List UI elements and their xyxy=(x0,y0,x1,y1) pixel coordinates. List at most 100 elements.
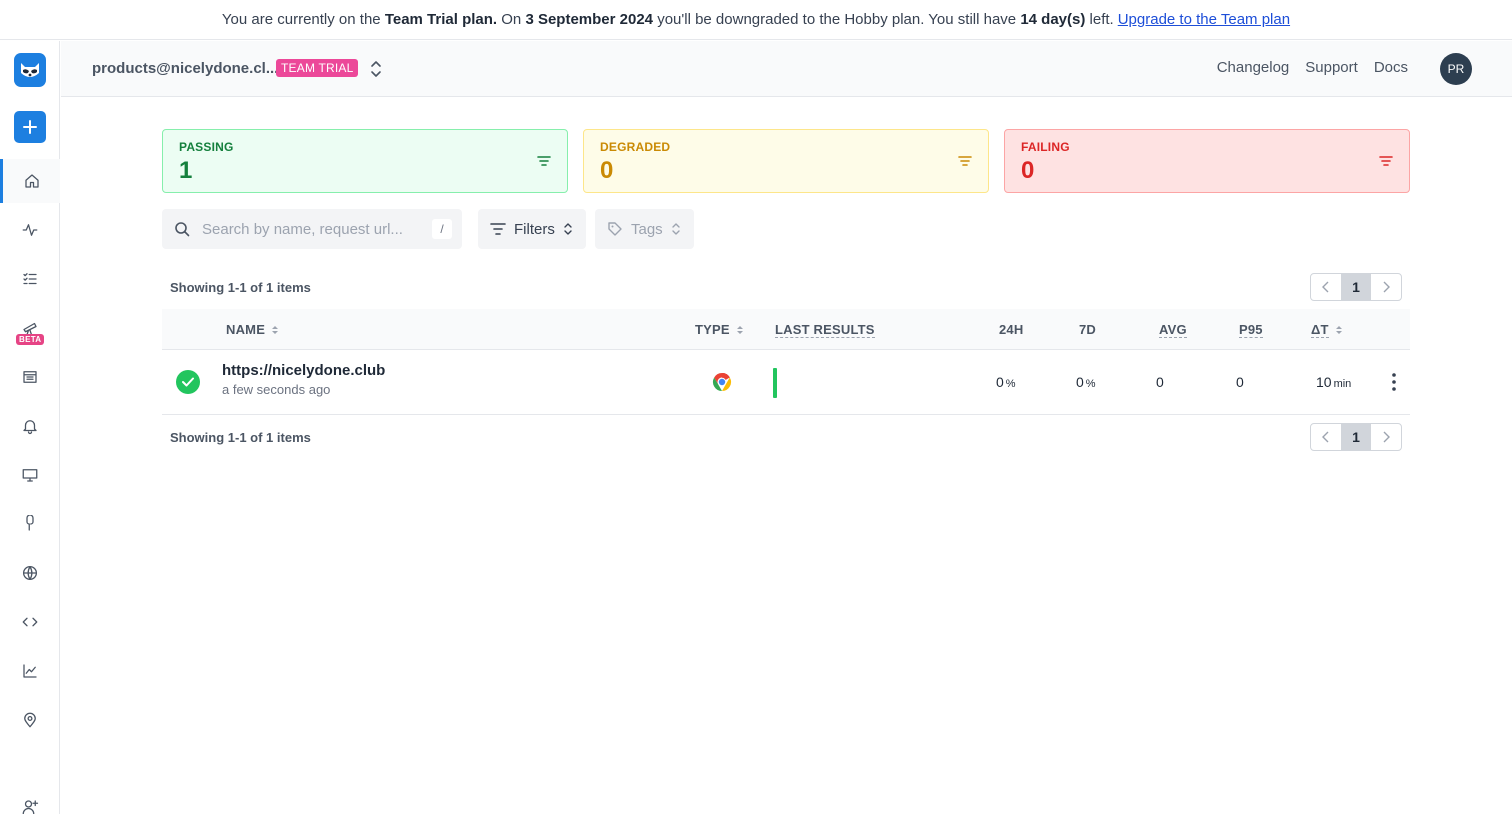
column-type[interactable]: TYPE xyxy=(695,322,744,337)
line-chart-icon xyxy=(23,664,37,678)
column-type-label: TYPE xyxy=(695,322,730,337)
filter-lines-icon xyxy=(490,223,506,235)
banner-days: 14 day(s) xyxy=(1020,11,1086,28)
changelog-link[interactable]: Changelog xyxy=(1217,59,1290,76)
sidebar-item-alerts[interactable] xyxy=(0,404,60,448)
banner-plan: Team Trial plan. xyxy=(384,11,498,28)
upgrade-link[interactable]: Upgrade to the Team plan xyxy=(1118,11,1290,28)
page-number[interactable]: 1 xyxy=(1341,274,1371,300)
header-links: Changelog Support Docs xyxy=(1217,59,1408,76)
tag-icon xyxy=(608,222,622,236)
column-avg-label: AVG xyxy=(1159,322,1187,338)
column-last-results: LAST RESULTS xyxy=(775,322,875,338)
account-name[interactable]: products@nicelydone.cl... xyxy=(92,60,278,77)
column-avg: AVG xyxy=(1159,322,1187,338)
support-link[interactable]: Support xyxy=(1305,59,1358,76)
column-name[interactable]: NAME xyxy=(226,322,279,337)
docs-link[interactable]: Docs xyxy=(1374,59,1408,76)
sort-icon xyxy=(736,325,743,334)
failing-card[interactable]: FAILING 0 xyxy=(1004,129,1410,193)
last-result-bar[interactable] xyxy=(773,368,777,398)
sidebar-item-tools[interactable] xyxy=(0,502,60,546)
sidebar-item-activity[interactable] xyxy=(0,208,60,252)
uptime-7d-unit: % xyxy=(1085,378,1096,390)
chevron-up-down-icon xyxy=(671,223,680,235)
chevron-left-icon xyxy=(1322,281,1329,293)
avatar[interactable]: PR xyxy=(1440,53,1472,85)
next-page-button[interactable] xyxy=(1371,424,1401,450)
column-last-results-label: LAST RESULTS xyxy=(775,322,875,338)
uptime-24h: 0% xyxy=(996,374,1016,390)
chevron-up-down-icon[interactable] xyxy=(368,58,384,80)
uptime-7d: 0% xyxy=(1076,374,1096,390)
table-row[interactable]: https://nicelydone.club a few seconds ag… xyxy=(162,350,1410,415)
sidebar-item-checks[interactable] xyxy=(0,257,60,301)
table-header: NAME TYPE LAST RESULTS 24H 7D AVG P95 ΔT xyxy=(162,309,1410,350)
passing-card[interactable]: PASSING 1 xyxy=(162,129,568,193)
filters-button[interactable]: Filters xyxy=(478,209,586,249)
delta-t: 10 min xyxy=(1316,374,1351,390)
filter-icon[interactable] xyxy=(958,154,972,168)
code-icon xyxy=(22,617,38,627)
sidebar-item-chart[interactable] xyxy=(0,649,60,693)
chrome-browser-icon xyxy=(712,372,732,391)
page-number[interactable]: 1 xyxy=(1341,424,1371,450)
chevron-right-icon xyxy=(1383,281,1390,293)
failing-label: FAILING xyxy=(1021,140,1070,154)
uptime-24h-unit: % xyxy=(1005,378,1016,390)
next-page-button[interactable] xyxy=(1371,274,1401,300)
trial-banner: You are currently on the Team Trial plan… xyxy=(0,0,1512,40)
checklist-icon xyxy=(23,273,37,285)
passing-status-icon xyxy=(176,370,200,394)
globe-icon xyxy=(22,565,38,581)
add-check-button[interactable] xyxy=(14,111,46,143)
top-header: products@nicelydone.cl... TEAM TRIAL Cha… xyxy=(61,41,1512,97)
plus-icon xyxy=(23,120,37,134)
column-p95: P95 xyxy=(1239,322,1263,338)
filter-icon[interactable] xyxy=(537,154,551,168)
sidebar-item-list-details[interactable] xyxy=(0,355,60,399)
filter-icon[interactable] xyxy=(1379,154,1393,168)
sidebar-item-code[interactable] xyxy=(0,600,60,644)
column-name-label: NAME xyxy=(226,322,266,337)
column-7d: 7D xyxy=(1079,322,1096,337)
chevron-right-icon xyxy=(1383,431,1390,443)
column-24h: 24H xyxy=(999,322,1023,337)
sidebar: BETA xyxy=(0,41,60,814)
more-options-icon[interactable] xyxy=(1384,370,1404,394)
uptime-7d-value: 0 xyxy=(1076,374,1084,390)
column-24h-label: 24H xyxy=(999,322,1024,337)
degraded-card[interactable]: DEGRADED 0 xyxy=(583,129,989,193)
search-icon xyxy=(175,222,190,237)
column-delta-t[interactable]: ΔT xyxy=(1311,322,1343,338)
prev-page-button[interactable] xyxy=(1311,274,1341,300)
tags-button[interactable]: Tags xyxy=(595,209,694,249)
showing-count-bottom: Showing 1-1 of 1 items xyxy=(170,430,311,445)
sort-icon xyxy=(272,325,279,334)
pagination-top: 1 xyxy=(1310,273,1402,301)
passing-count: 1 xyxy=(179,157,193,184)
sidebar-item-monitor[interactable] xyxy=(0,453,60,497)
list-details-icon xyxy=(23,371,37,383)
prev-page-button[interactable] xyxy=(1311,424,1341,450)
sidebar-item-home[interactable] xyxy=(0,159,60,203)
sidebar-item-invite-user[interactable] xyxy=(0,785,60,814)
column-delta-t-label: ΔT xyxy=(1311,322,1329,338)
banner-text-1: You are currently on the xyxy=(221,11,381,28)
avg-value: 0 xyxy=(1156,374,1164,390)
failing-count: 0 xyxy=(1021,157,1035,184)
beta-badge: BETA xyxy=(16,334,45,345)
banner-date: 3 September 2024 xyxy=(525,11,654,28)
search-input[interactable] xyxy=(202,217,422,241)
check-last-run: a few seconds ago xyxy=(222,382,331,397)
chevron-left-icon xyxy=(1322,431,1329,443)
location-pin-icon xyxy=(24,712,36,728)
banner-text-2: On xyxy=(501,11,522,28)
sidebar-item-globe[interactable] xyxy=(0,551,60,595)
search-shortcut-key: / xyxy=(432,219,452,239)
column-7d-label: 7D xyxy=(1079,322,1097,337)
check-name[interactable]: https://nicelydone.club xyxy=(222,362,385,379)
sidebar-item-telescope[interactable]: BETA xyxy=(0,306,60,350)
sidebar-item-location[interactable] xyxy=(0,698,60,742)
raccoon-logo-icon[interactable] xyxy=(14,53,46,87)
